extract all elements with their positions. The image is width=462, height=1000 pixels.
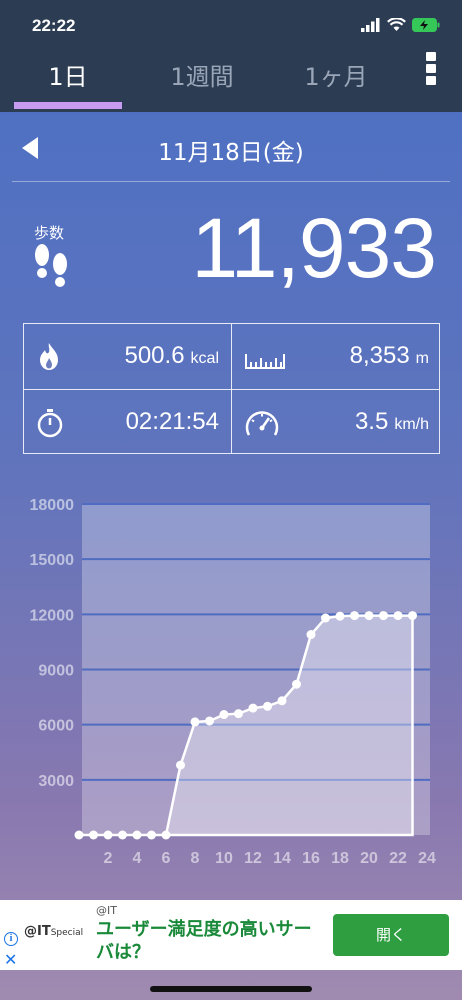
signal-icon bbox=[361, 18, 380, 32]
chart-x-tick-label: 4 bbox=[133, 850, 142, 867]
chart-x-tick-label: 24 bbox=[418, 850, 436, 867]
chart-y-tick-label: 15000 bbox=[30, 552, 75, 569]
chart-data-point bbox=[161, 830, 171, 840]
chart-data-point bbox=[408, 611, 417, 621]
calories-unit: kcal bbox=[190, 350, 219, 367]
chart-y-tick-label: 12000 bbox=[30, 607, 75, 624]
chart-data-point bbox=[74, 830, 84, 840]
chart-y-tick-label: 9000 bbox=[38, 663, 74, 680]
chart-data-point bbox=[263, 701, 272, 711]
chart-y-tick-label: 18000 bbox=[30, 497, 75, 514]
ad-close-icon[interactable]: ✕ bbox=[4, 950, 17, 969]
chart-data-point bbox=[190, 717, 200, 727]
home-indicator bbox=[150, 986, 312, 992]
chart-data-point bbox=[277, 696, 287, 706]
chart-data-point bbox=[379, 611, 388, 621]
speed-cell: 3.5 km/h bbox=[232, 390, 441, 455]
ad-open-button[interactable]: 開く bbox=[333, 914, 449, 956]
ad-logo-text: @IT bbox=[24, 924, 51, 939]
status-bar: 22:22 bbox=[0, 0, 462, 56]
calories-value: 500.6 bbox=[124, 342, 185, 369]
chart-data-point bbox=[234, 709, 243, 719]
tab-week[interactable]: 1週間 bbox=[148, 56, 256, 112]
steps-chart: 1800015000120009000600030002 4 6 8 10 12 14 16 1… bbox=[30, 497, 437, 867]
ruler-icon bbox=[245, 354, 285, 369]
more-menu-icon[interactable] bbox=[426, 52, 440, 88]
tab-month[interactable]: 1ヶ月 bbox=[286, 56, 386, 112]
flame-icon bbox=[40, 343, 58, 370]
chart-data-point bbox=[364, 611, 374, 621]
chart-data-point bbox=[335, 611, 345, 621]
wifi-icon bbox=[387, 18, 406, 31]
ad-headline[interactable]: ユーザー満足度の高いサーバは？ bbox=[96, 918, 326, 964]
chart-data-point bbox=[103, 830, 113, 840]
chart-x-tick-label: 18 bbox=[331, 850, 349, 867]
date-row: 11月18日(金) bbox=[0, 125, 462, 175]
ad-logo: @ITSpecial bbox=[24, 924, 83, 939]
chart-data-point bbox=[321, 613, 330, 623]
speed-value: 3.5 bbox=[354, 408, 389, 435]
chart-data-point bbox=[147, 830, 156, 840]
date-label: 11月18日(金) bbox=[158, 140, 304, 166]
stopwatch-icon bbox=[37, 409, 63, 438]
ad-banner[interactable]: i ✕ @ITSpecial @IT ユーザー満足度の高いサーバは？ 開く bbox=[0, 900, 462, 970]
tab-bar: 1日 1週間 1ヶ月 bbox=[0, 56, 462, 112]
active-tab-indicator bbox=[14, 102, 122, 109]
chart-x-tick-label: 22 bbox=[389, 850, 407, 867]
chart-x-tick-label: 6 bbox=[162, 850, 171, 867]
chart-data-point bbox=[205, 716, 214, 726]
chart-x-tick-label: 20 bbox=[360, 850, 378, 867]
chart-y-tick-label: 6000 bbox=[38, 718, 74, 735]
stats-grid: 500.6 kcal 8,353 m 02:21:54 3.5 km/h bbox=[23, 323, 440, 454]
steps-label: 歩数 bbox=[34, 224, 65, 242]
distance-cell: 8,353 m bbox=[232, 324, 441, 389]
chart-data-point bbox=[118, 830, 127, 840]
battery-charging-icon bbox=[412, 18, 440, 32]
calories-cell: 500.6 kcal bbox=[24, 324, 231, 389]
speed-unit: km/h bbox=[394, 416, 429, 433]
distance-value: 8,353 bbox=[349, 342, 410, 369]
distance-unit: m bbox=[415, 350, 429, 367]
chart-data-point bbox=[89, 830, 98, 840]
speedometer-icon bbox=[245, 411, 279, 436]
chart-x-tick-label: 8 bbox=[191, 850, 200, 867]
duration-value: 02:21:54 bbox=[125, 408, 219, 435]
chart-x-tick-label: 12 bbox=[244, 850, 262, 867]
divider bbox=[12, 181, 450, 182]
chart-data-point bbox=[219, 710, 229, 720]
chart-data-point bbox=[350, 611, 359, 621]
ad-info-icon[interactable]: i bbox=[4, 932, 18, 946]
footprints-icon bbox=[35, 244, 67, 287]
ad-source: @IT bbox=[96, 904, 117, 917]
chart-x-tick-label: 2 bbox=[104, 850, 113, 867]
chart-data-point bbox=[292, 679, 301, 689]
duration-cell: 02:21:54 bbox=[24, 390, 231, 455]
chart-data-point bbox=[176, 760, 185, 770]
chart-x-tick-label: 16 bbox=[302, 850, 320, 867]
chart-data-point bbox=[132, 830, 142, 840]
chart-data-point bbox=[393, 611, 403, 621]
chart-y-tick-label: 3000 bbox=[38, 773, 74, 790]
chart-data-point bbox=[306, 630, 316, 640]
ad-logo-sub: Special bbox=[50, 928, 84, 938]
chart-data-point bbox=[248, 703, 258, 713]
chart-x-tick-label: 10 bbox=[215, 850, 233, 867]
steps-value: 11,933 bbox=[191, 201, 437, 295]
chart-x-tick-label: 14 bbox=[273, 850, 291, 867]
status-icons bbox=[361, 18, 440, 32]
status-time: 22:22 bbox=[32, 16, 76, 35]
